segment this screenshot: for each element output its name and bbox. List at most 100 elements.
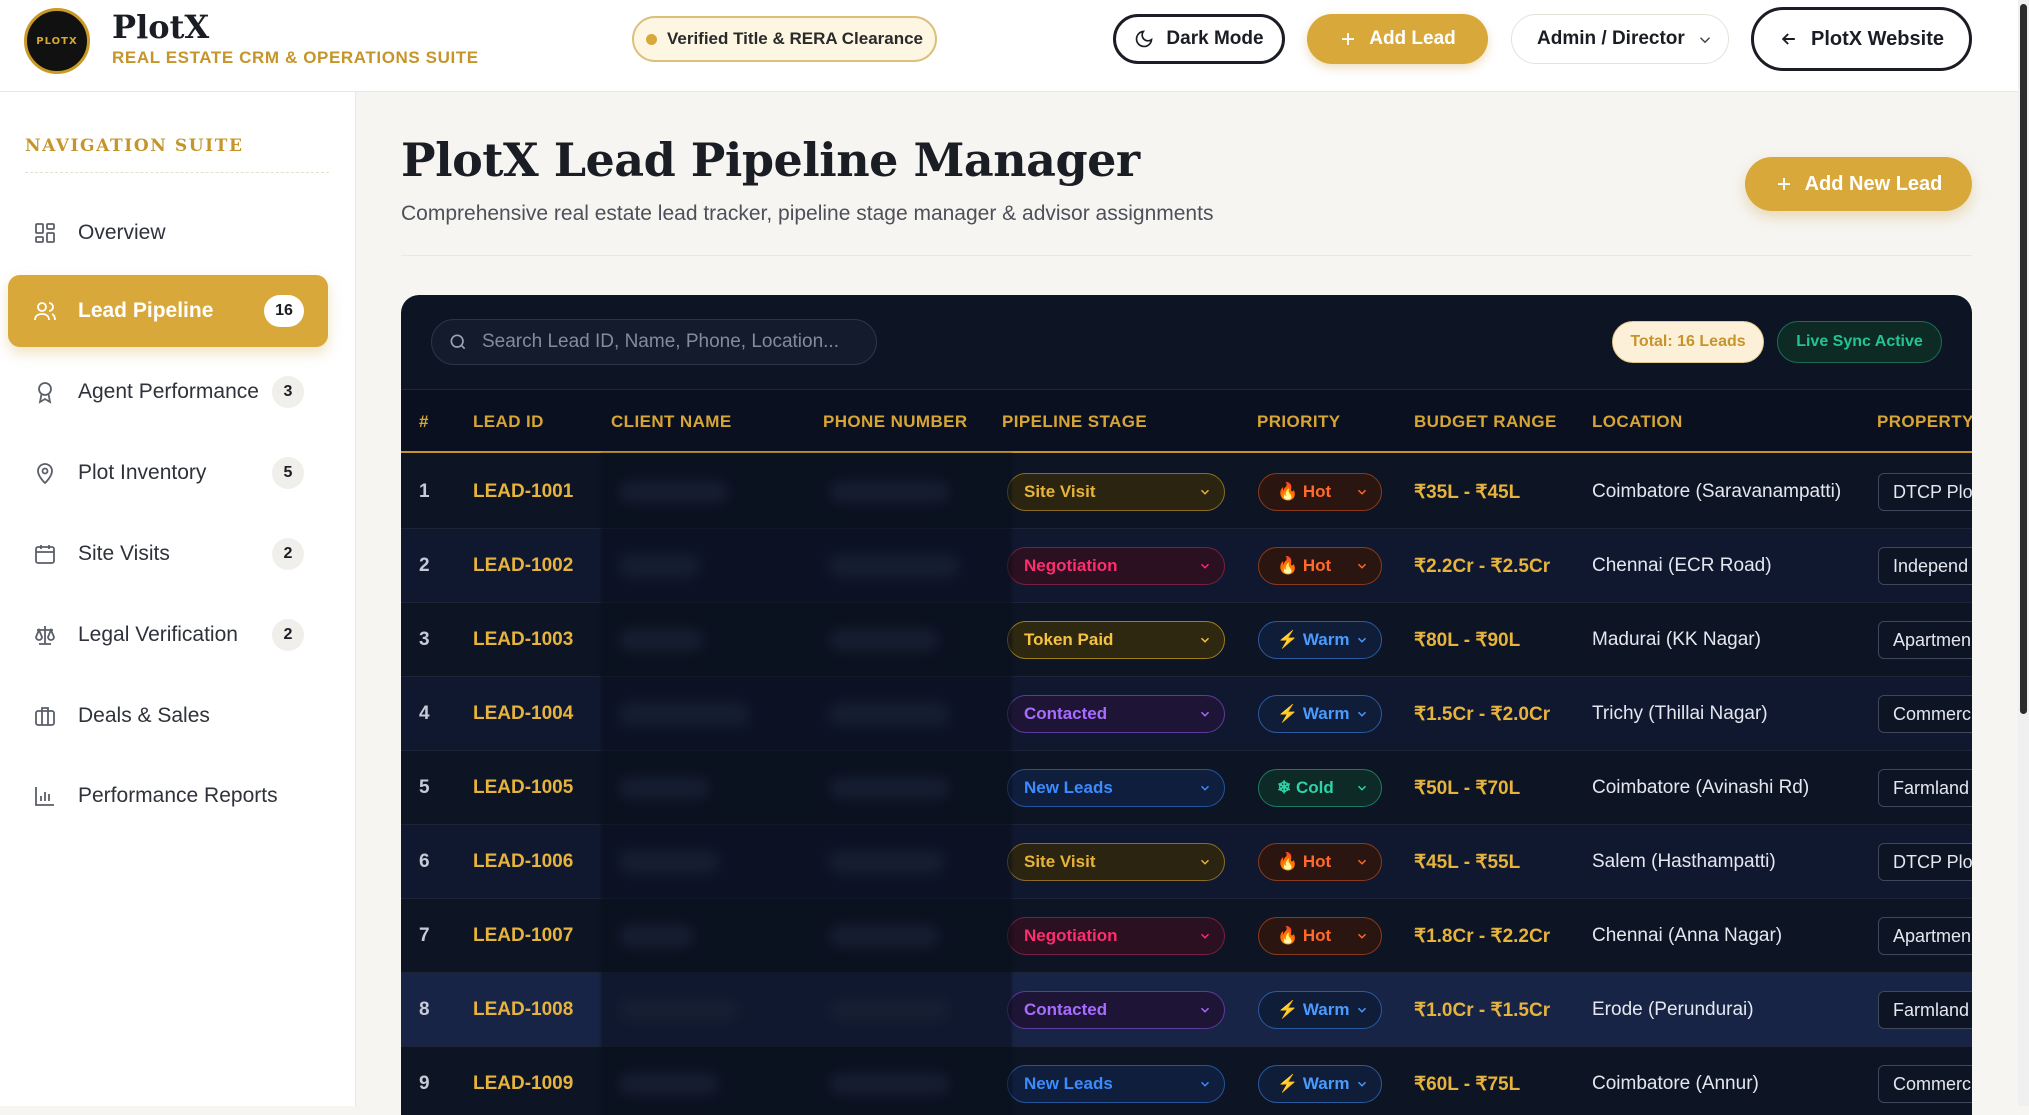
priority-value: ❄ Cold <box>1277 778 1334 797</box>
total-leads-badge: Total: 16 Leads <box>1612 321 1764 363</box>
sidebar-item-overview[interactable]: Overview <box>8 197 328 269</box>
column-header[interactable]: PIPELINE STAGE <box>1002 390 1147 454</box>
pipeline-stage-select[interactable]: Site Visit <box>1007 843 1225 881</box>
sidebar-item-performance-reports[interactable]: Performance Reports <box>8 760 328 832</box>
lead-id-link[interactable]: LEAD-1006 <box>473 825 573 899</box>
chevron-down-icon <box>1200 785 1210 791</box>
add-lead-button[interactable]: Add Lead <box>1307 14 1488 64</box>
status-dot-icon <box>645 33 657 45</box>
sidebar-item-site-visits[interactable]: Site Visits 2 <box>8 518 328 590</box>
property-type-select[interactable]: DTCP Plo <box>1878 843 1972 881</box>
property-type-select[interactable]: Apartmen <box>1878 917 1972 955</box>
location: Coimbatore (Saravanampatti) <box>1592 481 1842 502</box>
lead-id-link[interactable]: LEAD-1004 <box>473 677 573 751</box>
budget-range: ₹50L - ₹70L <box>1414 777 1521 799</box>
sidebar-item-label: Overview <box>78 221 166 244</box>
lead-id-link[interactable]: LEAD-1003 <box>473 603 573 677</box>
grid-icon <box>32 220 58 246</box>
chevron-down-icon <box>1699 37 1711 44</box>
location: Coimbatore (Annur) <box>1592 1073 1759 1094</box>
pipeline-stage-select[interactable]: Contacted <box>1007 695 1225 733</box>
column-header[interactable]: LOCATION <box>1592 390 1683 454</box>
sidebar-item-lead-pipeline[interactable]: Lead Pipeline 16 <box>8 275 328 347</box>
add-new-lead-button[interactable]: Add New Lead <box>1745 157 1972 211</box>
lead-id-link[interactable]: LEAD-1009 <box>473 1047 573 1115</box>
scrollbar-thumb[interactable] <box>2020 4 2027 714</box>
priority-select[interactable]: ⚡ Warm <box>1258 695 1382 733</box>
count-badge: 5 <box>272 457 304 489</box>
property-type-select[interactable]: Commerc <box>1878 695 1972 733</box>
pipeline-stage-select[interactable]: Negotiation <box>1007 547 1225 585</box>
pipeline-stage-select[interactable]: Site Visit <box>1007 473 1225 511</box>
chevron-down-icon <box>1200 1081 1210 1087</box>
row-number: 6 <box>419 851 430 872</box>
role-select[interactable]: Admin / Director <box>1511 14 1729 64</box>
verified-badge-label: Verified Title & RERA Clearance <box>666 29 924 48</box>
column-header[interactable]: BUDGET RANGE <box>1414 390 1557 454</box>
pipeline-stage-select[interactable]: Negotiation <box>1007 917 1225 955</box>
role-select-value: Admin / Director <box>1537 28 1685 49</box>
priority-select[interactable]: ❄ Cold <box>1258 769 1382 807</box>
location: Salem (Hasthampatti) <box>1592 851 1776 872</box>
stage-value: Contacted <box>1024 1000 1108 1019</box>
priority-value: ⚡ Warm <box>1277 1000 1350 1019</box>
lead-id-link[interactable]: LEAD-1005 <box>473 751 573 825</box>
chevron-down-icon <box>1200 711 1210 717</box>
search-input[interactable] <box>482 331 862 353</box>
dark-mode-button[interactable]: Dark Mode <box>1113 14 1285 64</box>
column-header[interactable]: PRIORITY <box>1257 390 1341 454</box>
property-type-select[interactable]: Farmland <box>1878 769 1972 807</box>
column-header[interactable]: # <box>419 390 429 454</box>
property-type-select[interactable]: DTCP Plo <box>1878 473 1972 511</box>
priority-select[interactable]: 🔥 Hot <box>1258 917 1382 955</box>
sidebar-item-plot-inventory[interactable]: Plot Inventory 5 <box>8 437 328 509</box>
priority-select[interactable]: 🔥 Hot <box>1258 843 1382 881</box>
page-scrollbar[interactable] <box>2018 0 2029 1106</box>
column-header[interactable]: PROPERTY <box>1877 390 1972 454</box>
pipeline-stage-select[interactable]: New Leads <box>1007 769 1225 807</box>
sidebar-item-legal-verification[interactable]: Legal Verification 2 <box>8 599 328 671</box>
column-header[interactable]: CLIENT NAME <box>611 390 732 454</box>
property-type-select[interactable]: Apartmen <box>1878 621 1972 659</box>
plus-icon <box>1777 178 1790 190</box>
column-header[interactable]: LEAD ID <box>473 390 544 454</box>
priority-select[interactable]: ⚡ Warm <box>1258 1065 1382 1103</box>
sidebar-item-label: Performance Reports <box>78 784 278 807</box>
stage-value: Site Visit <box>1024 482 1096 501</box>
pipeline-stage-select[interactable]: Contacted <box>1007 991 1225 1029</box>
bar-chart-icon <box>32 783 58 809</box>
page-subtitle: Comprehensive real estate lead tracker, … <box>401 202 1214 225</box>
chevron-down-icon <box>1357 933 1367 939</box>
brand-logo[interactable]: PLOTX <box>24 8 90 74</box>
priority-select[interactable]: 🔥 Hot <box>1258 473 1382 511</box>
lead-id-link[interactable]: LEAD-1007 <box>473 899 573 973</box>
nav-divider <box>25 172 329 173</box>
pipeline-stage-select[interactable]: New Leads <box>1007 1065 1225 1103</box>
lead-id-link[interactable]: LEAD-1002 <box>473 529 573 603</box>
search-box[interactable] <box>431 319 877 365</box>
property-type-select[interactable]: Independ <box>1878 547 1972 585</box>
budget-range: ₹35L - ₹45L <box>1414 481 1521 503</box>
sidebar-item-label: Agent Performance <box>78 380 259 403</box>
page-title: PlotX Lead Pipeline Manager <box>401 133 1140 187</box>
priority-select[interactable]: ⚡ Warm <box>1258 991 1382 1029</box>
budget-range: ₹80L - ₹90L <box>1414 629 1521 651</box>
lead-id-link[interactable]: LEAD-1008 <box>473 973 573 1047</box>
priority-select[interactable]: 🔥 Hot <box>1258 547 1382 585</box>
stage-value: Negotiation <box>1024 556 1118 575</box>
website-button[interactable]: PlotX Website <box>1751 7 1972 71</box>
budget-range: ₹2.2Cr - ₹2.5Cr <box>1414 555 1551 577</box>
brand-name: PlotX <box>112 8 210 46</box>
priority-value: ⚡ Warm <box>1277 704 1350 723</box>
property-type-select[interactable]: Farmland <box>1878 991 1972 1029</box>
sidebar-item-agent-performance[interactable]: Agent Performance 3 <box>8 356 328 428</box>
priority-select[interactable]: ⚡ Warm <box>1258 621 1382 659</box>
chevron-down-icon <box>1357 711 1367 717</box>
pipeline-stage-select[interactable]: Token Paid <box>1007 621 1225 659</box>
chevron-down-icon <box>1200 637 1210 643</box>
lead-id-link[interactable]: LEAD-1001 <box>473 455 573 529</box>
property-type-select[interactable]: Commerc <box>1878 1065 1972 1103</box>
sidebar-item-deals-sales[interactable]: Deals & Sales <box>8 680 328 752</box>
row-number: 7 <box>419 925 430 946</box>
column-header[interactable]: PHONE NUMBER <box>823 390 968 454</box>
